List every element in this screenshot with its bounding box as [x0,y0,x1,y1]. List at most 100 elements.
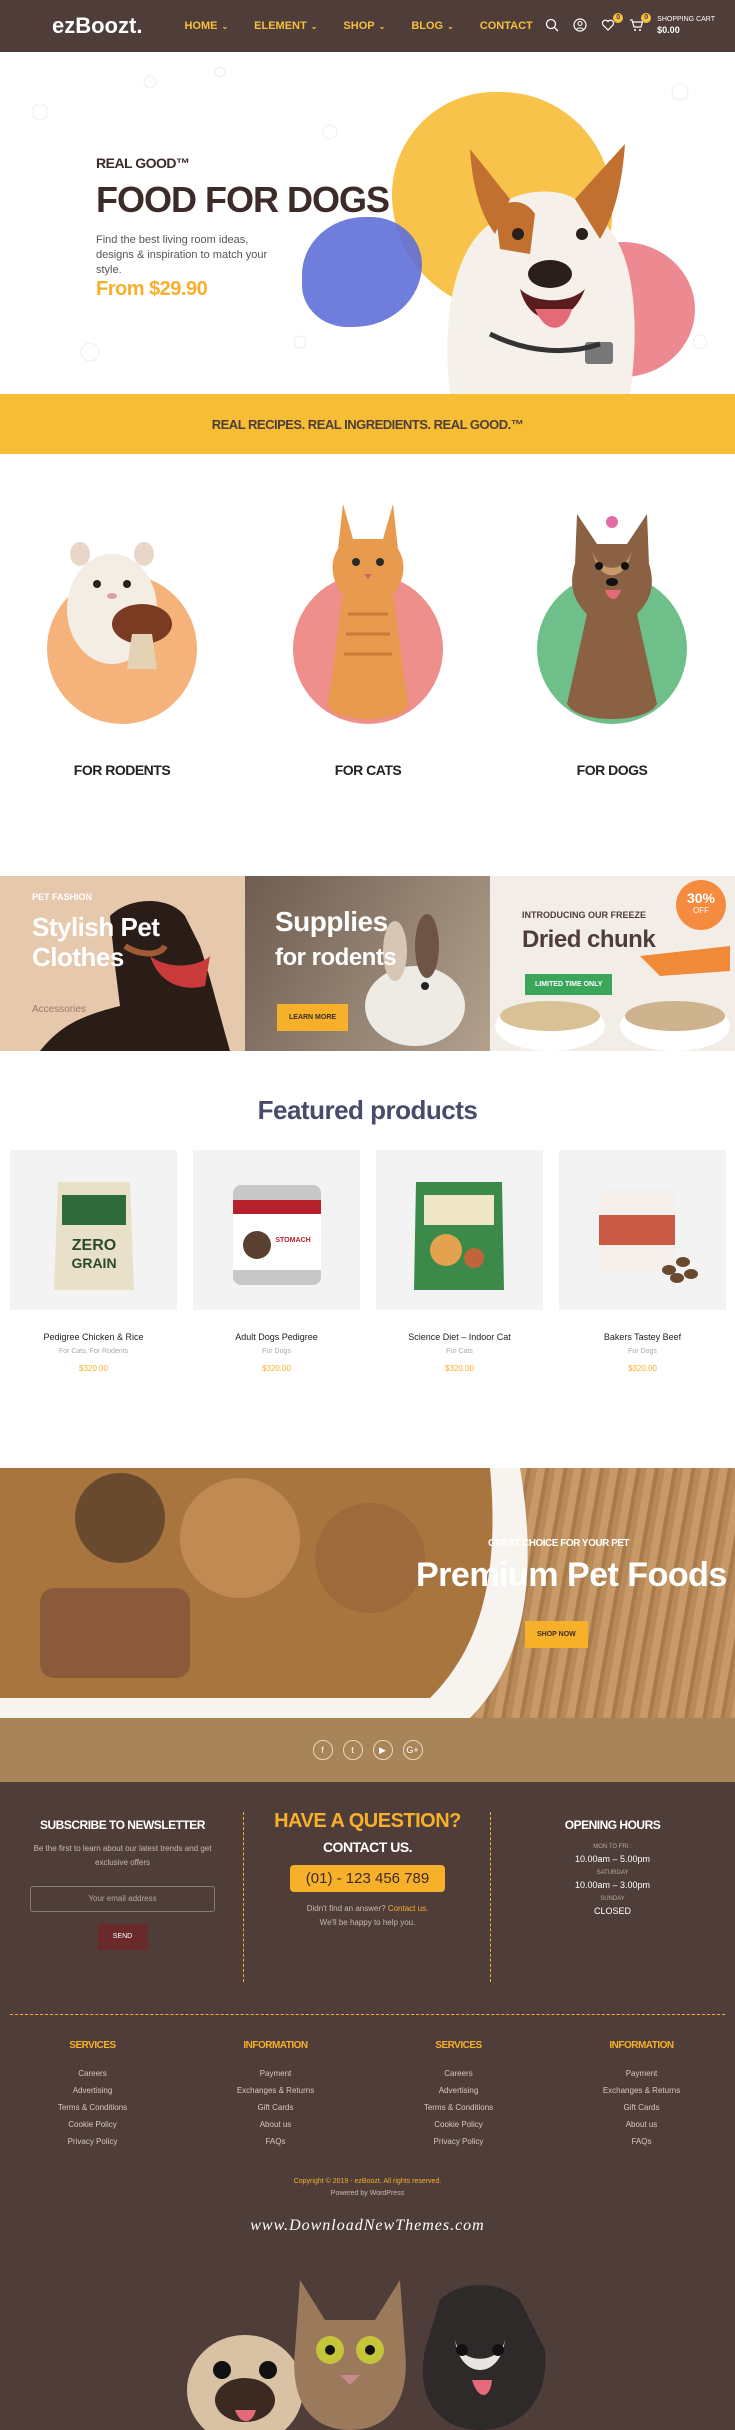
footer-link[interactable]: Exchanges & Returns [569,2082,714,2099]
footer-link[interactable]: Privacy Policy [20,2133,165,2150]
newsletter-email-input[interactable]: Your email address [30,1886,215,1912]
promo-title: Dried chunk [522,926,656,953]
nav-contact[interactable]: CONTACT [480,20,533,32]
footer-link[interactable]: FAQs [569,2133,714,2150]
footer-link[interactable]: Advertising [20,2082,165,2099]
footer-link[interactable]: Gift Cards [569,2099,714,2116]
promo-supplies-rodents[interactable]: Supplies for rodents LEARN MORE [245,876,490,1051]
category-rodents[interactable]: FOR RODENTS [22,504,222,778]
premium-kicker: GREAT CHOICE FOR YOUR PET [488,1538,630,1549]
footer-link[interactable]: Careers [20,2065,165,2082]
twitter-icon[interactable]: t [342,1740,363,1760]
product-image[interactable]: ZERO GRAIN [10,1150,177,1310]
category-rodents-label[interactable]: FOR RODENTS [22,762,222,778]
product-category[interactable]: For Dogs [193,1348,360,1355]
categories-section: FOR RODENTS FOR CATS FOR DOGS [0,454,735,874]
phone-number[interactable]: (01) - 123 456 789 [289,1865,446,1892]
product-card[interactable]: Bakers Tastey Beef For Dogs $320.00 [559,1150,726,1373]
nav-element[interactable]: ELEMENT ⌄ [254,20,317,32]
footer-col-title: SERVICES [435,2040,482,2051]
footer-link[interactable]: Payment [569,2065,714,2082]
discount-badge: 30% OFF [676,880,726,930]
header-icons: 0 0 SHOPPING CART $0.00 [545,13,715,37]
chevron-down-icon: ⌄ [310,21,318,31]
footer-link[interactable]: Cookie Policy [386,2116,531,2133]
pets-group-image [187,2280,546,2430]
question-title: HAVE A QUESTION? [274,1810,461,1832]
hero-description: Find the best living room ideas, designs… [96,234,268,276]
footer-link[interactable]: About us [569,2116,714,2133]
svg-text:ZERO: ZERO [72,1237,116,1254]
product-name[interactable]: Science Diet – Indoor Cat [376,1332,543,1342]
footer-link[interactable]: Terms & Conditions [20,2099,165,2116]
product-image[interactable] [559,1150,726,1310]
product-name[interactable]: Adult Dogs Pedigree [193,1332,360,1342]
promo-kicker: INTRODUCING OUR FREEZE [522,910,647,920]
search-icon[interactable] [545,18,561,34]
copyright: Copyright © 2019 - ezBoozt. All rights r… [293,2178,442,2185]
category-cats-label[interactable]: FOR CATS [268,762,468,778]
footer-link[interactable]: Gift Cards [203,2099,348,2116]
footer-link[interactable]: About us [203,2116,348,2133]
product-card[interactable]: ZERO GRAIN Pedigree Chicken & Rice For C… [10,1150,177,1373]
wishlist-heart-icon[interactable]: 0 [601,13,624,34]
nav-shop[interactable]: SHOP ⌄ [343,20,385,32]
product-name[interactable]: Pedigree Chicken & Rice [10,1332,177,1342]
watermark: www.DownloadNewThemes.com [250,2217,485,2234]
opening-hours-title: OPENING HOURS [564,1818,661,1832]
product-category[interactable]: For Cats [376,1348,543,1355]
nav-blog[interactable]: BLOG ⌄ [411,20,453,32]
facebook-icon[interactable]: f [312,1740,333,1760]
opening-hours-block: OPENING HOURS MON TO FRI : 10.00am – 5.0… [520,1818,705,1916]
product-category[interactable]: For Cats, For Rodents [10,1348,177,1355]
google-plus-icon[interactable]: G+ [402,1740,423,1760]
product-image[interactable] [376,1150,543,1310]
footer-link[interactable]: Payment [203,2065,348,2082]
footer-link[interactable]: Advertising [386,2082,531,2099]
hours-label: SUNDAY [600,1896,625,1902]
user-icon[interactable] [573,18,589,34]
promo-dried-chunk[interactable]: INTRODUCING OUR FREEZE Dried chunk LIMIT… [490,876,735,1051]
category-dogs-label[interactable]: FOR DOGS [512,762,712,778]
category-dogs[interactable]: FOR DOGS [512,504,712,778]
chevron-down-icon: ⌄ [447,21,454,31]
promo-pet-fashion[interactable]: PET FASHION Stylish Pet Clothes Accessor… [0,876,245,1051]
product-name[interactable]: Bakers Tastey Beef [559,1332,726,1342]
cart-count-badge: 0 [641,13,652,23]
nav-home[interactable]: HOME ⌄ [184,20,228,32]
footer-link[interactable]: Privacy Policy [386,2133,531,2150]
promo-link[interactable]: Accessories [32,1004,86,1015]
footer-link[interactable]: Careers [386,2065,531,2082]
hours-value: 10.00am – 5.00pm [574,1854,651,1864]
product-image[interactable]: STOMACH [193,1150,360,1310]
cart-summary[interactable]: SHOPPING CART $0.00 [657,15,715,37]
product-price: $320.00 [628,1364,657,1373]
food-bag-image: ZERO GRAIN [54,1182,134,1290]
footer-link[interactable]: FAQs [203,2133,348,2150]
logo[interactable]: ezBoozt. [52,13,142,39]
product-price: $320.00 [79,1364,108,1373]
youtube-icon[interactable]: ▶ [372,1740,393,1760]
product-category[interactable]: For Dogs [559,1348,726,1355]
footer-link[interactable]: Terms & Conditions [386,2099,531,2116]
footer-link[interactable]: Exchanges & Returns [203,2082,348,2099]
contact-subtitle: CONTACT US. [322,1839,413,1855]
svg-text:GRAIN: GRAIN [71,1255,116,1271]
hours-label: SATURDAY [596,1870,629,1876]
category-cats[interactable]: FOR CATS [268,504,468,778]
learn-more-button[interactable]: LEARN MORE [277,1004,349,1031]
contact-us-link[interactable]: Contact us. [388,1904,428,1913]
product-card[interactable]: Science Diet – Indoor Cat For Cats $320.… [376,1150,543,1373]
hours-value: CLOSED [593,1906,631,1916]
shop-now-button[interactable]: SHOP NOW [525,1621,588,1648]
newsletter-send-button[interactable]: SEND [97,1924,148,1950]
divider [490,1812,491,1982]
footer-links-col: INFORMATION Payment Exchanges & Returns … [203,2040,348,2150]
product-card[interactable]: STOMACH Adult Dogs Pedigree For Dogs $32… [193,1150,360,1373]
contact-help-text: Didn't find an answer? Contact us. [306,1904,429,1913]
hours-label: MON TO FRI : [593,1844,632,1850]
wishlist-count-badge: 0 [613,13,624,23]
cart-icon[interactable]: 0 [629,13,652,34]
product-price: $320.00 [445,1364,474,1373]
footer-link[interactable]: Cookie Policy [20,2116,165,2133]
